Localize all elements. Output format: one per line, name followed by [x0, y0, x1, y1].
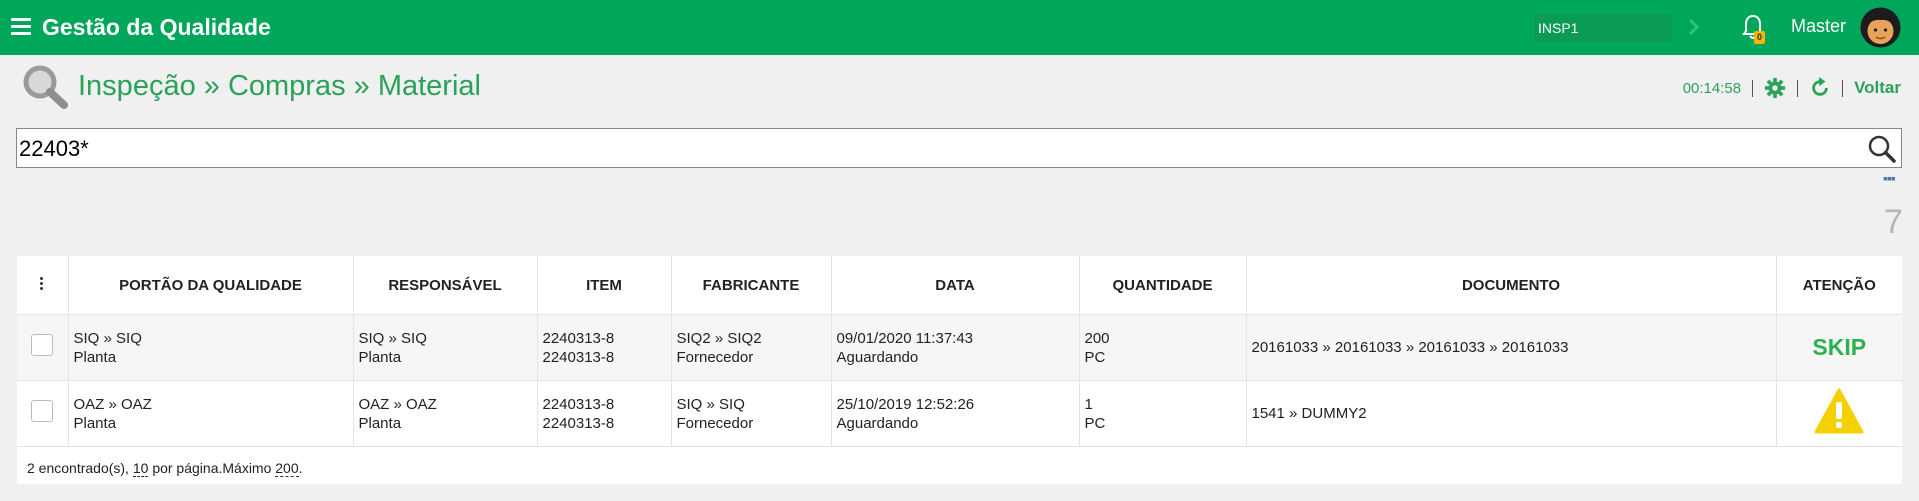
per-page-selector[interactable]: 10 — [132, 460, 149, 477]
column-header[interactable]: ITEM — [537, 256, 672, 315]
inspection-select[interactable]: INSP1 — [1534, 14, 1672, 42]
search-input[interactable] — [17, 129, 1851, 169]
footer-period: . — [298, 460, 303, 476]
cell-documento: 20161033 » 20161033 » 20161033 » 2016103… — [1246, 314, 1777, 381]
column-menu[interactable] — [17, 256, 69, 315]
cell-line: PC — [1084, 414, 1106, 432]
avatar[interactable] — [1860, 7, 1901, 48]
cell-line: Planta — [73, 348, 117, 366]
cell-atencao — [1776, 380, 1902, 447]
cell-line: 2240313-8 — [542, 348, 615, 366]
cell-line: Planta — [73, 414, 117, 432]
cell-line: Planta — [358, 414, 402, 432]
cell-line: OAZ » OAZ — [73, 395, 152, 413]
app-title: Gestão da Qualidade — [42, 14, 271, 40]
session-timer: 00:14:58 — [1682, 79, 1742, 97]
table-header-row: PORTÃO DA QUALIDADE RESPONSÁVEL ITEM FAB… — [17, 256, 1902, 315]
cell-line: SIQ » SIQ — [676, 395, 745, 413]
back-link[interactable]: Voltar — [1854, 78, 1901, 98]
cell-line: 2240313-8 — [542, 414, 615, 432]
cell-portao: OAZ » OAZ Planta — [68, 380, 354, 447]
warning-icon[interactable] — [1814, 388, 1864, 434]
cell-line: Fornecedor — [676, 348, 754, 366]
divider — [1842, 79, 1844, 97]
cell-line: Fornecedor — [676, 414, 754, 432]
cell-line: Planta — [358, 348, 402, 366]
cell-line: SIQ » SIQ — [358, 329, 427, 347]
cell-data: 25/10/2019 12:52:26 Aguardando — [831, 380, 1080, 447]
cell-responsavel: SIQ » SIQ Planta — [353, 314, 538, 381]
cell-line: Aguardando — [836, 348, 919, 366]
chevron-right-icon[interactable] — [1687, 15, 1701, 39]
column-header[interactable]: FABRICANTE — [671, 256, 832, 315]
results-table: PORTÃO DA QUALIDADE RESPONSÁVEL ITEM FAB… — [17, 256, 1902, 447]
column-header[interactable]: PORTÃO DA QUALIDADE — [68, 256, 354, 315]
search-icon[interactable] — [1867, 134, 1897, 164]
top-bar: Gestão da Qualidade INSP1 0 Master — [0, 0, 1919, 55]
cell-fabricante: SIQ » SIQ Fornecedor — [671, 380, 832, 447]
more-options-icon[interactable]: ▪▪▪ — [1883, 170, 1896, 186]
per-page-label: por página.Máximo — [152, 460, 272, 476]
refresh-icon[interactable] — [1809, 77, 1831, 99]
cell-line: 200 — [1084, 329, 1110, 347]
column-header[interactable]: DATA — [831, 256, 1080, 315]
table-row[interactable]: SIQ » SIQ Planta SIQ » SIQ Planta 2240313-… — [17, 314, 1902, 381]
hamburger-menu-icon[interactable] — [11, 18, 31, 36]
cell-line: SIQ2 » SIQ2 — [676, 329, 762, 347]
column-header[interactable]: DOCUMENTO — [1246, 256, 1777, 315]
cell-responsavel: OAZ » OAZ Planta — [353, 380, 538, 447]
divider — [1797, 79, 1799, 97]
cell-line: 1 — [1084, 395, 1093, 413]
row-select-cell — [17, 380, 69, 447]
results-grid: PORTÃO DA QUALIDADE RESPONSÁVEL ITEM FAB… — [17, 256, 1902, 484]
found-count: 2 encontrado(s), — [27, 460, 129, 476]
kebab-menu-icon[interactable] — [40, 275, 44, 292]
cell-quantidade: 200 PC — [1079, 314, 1247, 381]
row-checkbox[interactable] — [31, 334, 54, 356]
cell-portao: SIQ » SIQ Planta — [68, 314, 354, 381]
user-name[interactable]: Master — [1791, 16, 1846, 37]
cell-line: SIQ » SIQ — [73, 329, 142, 347]
page-tools: 00:14:58 Voltar — [1683, 74, 1901, 102]
pagination-summary: 2 encontrado(s), 10 por página.Máximo 20… — [27, 460, 303, 477]
cell-line: 25/10/2019 12:52:26 — [836, 395, 975, 413]
breadcrumb: Inspeção » Compras » Material — [78, 70, 481, 102]
skip-label[interactable]: SKIP — [1776, 314, 1902, 381]
cell-line: PC — [1084, 348, 1106, 366]
cell-line: 2240313-8 — [542, 395, 615, 413]
divider — [1752, 79, 1754, 97]
cell-item: 2240313-8 2240313-8 — [537, 314, 672, 381]
table-row[interactable]: OAZ » OAZ Planta OAZ » OAZ Planta 2240313-… — [17, 380, 1902, 447]
column-header[interactable]: RESPONSÁVEL — [353, 256, 538, 315]
cell-item: 2240313-8 2240313-8 — [537, 380, 672, 447]
column-header[interactable]: QUANTIDADE — [1079, 256, 1247, 315]
cell-data: 09/01/2020 11:37:43 Aguardando — [831, 314, 1080, 381]
cell-line: 2240313-8 — [542, 329, 615, 347]
results-count: 7 — [1884, 203, 1903, 241]
cell-line: 09/01/2020 11:37:43 — [836, 329, 974, 347]
gear-icon[interactable] — [1764, 77, 1786, 99]
row-select-cell — [17, 314, 69, 381]
column-header[interactable]: ATENÇÃO — [1776, 256, 1902, 315]
cell-line: Aguardando — [836, 414, 919, 432]
magnifier-icon — [23, 65, 68, 109]
notification-badge: 0 — [1754, 31, 1765, 44]
cell-quantidade: 1 PC — [1079, 380, 1247, 447]
row-checkbox[interactable] — [31, 400, 54, 422]
cell-line: OAZ » OAZ — [358, 395, 437, 413]
max-selector[interactable]: 200 — [275, 460, 299, 477]
cell-fabricante: SIQ2 » SIQ2 Fornecedor — [671, 314, 832, 381]
cell-documento: 1541 » DUMMY2 — [1246, 380, 1777, 447]
search-box — [16, 128, 1902, 169]
